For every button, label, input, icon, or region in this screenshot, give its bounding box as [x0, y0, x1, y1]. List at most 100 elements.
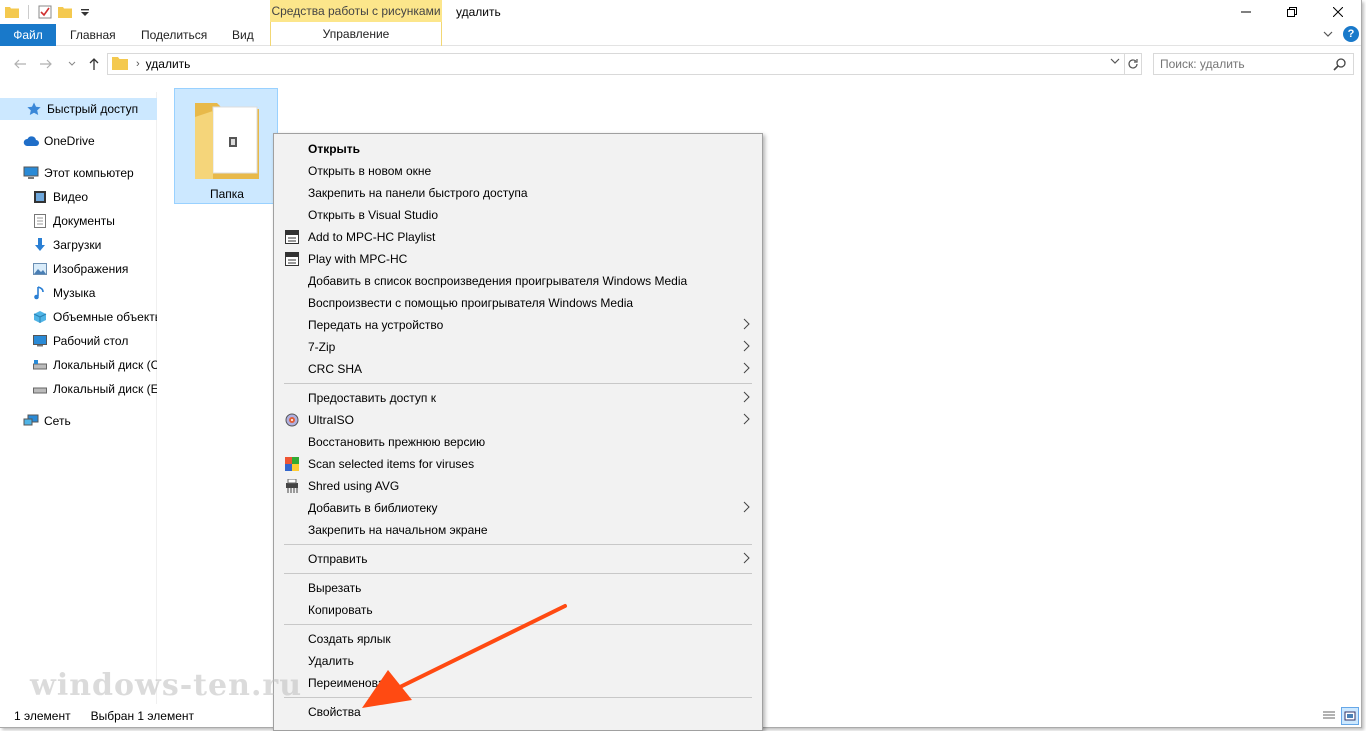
folder-item-label: Папка	[210, 187, 244, 201]
recent-locations-chevron-icon[interactable]	[62, 52, 82, 76]
computer-icon	[23, 165, 39, 181]
back-icon[interactable]	[10, 52, 30, 76]
sidebar-item-label: OneDrive	[44, 134, 95, 148]
sidebar-item-label: Локальный диск (E:)	[53, 382, 157, 396]
folder-icon	[4, 4, 20, 20]
sidebar-item-drive-e[interactable]: Локальный диск (E:)	[0, 378, 157, 400]
menu-item-cast-to-device[interactable]: Передать на устройство	[276, 314, 760, 336]
expand-ribbon-chevron-icon[interactable]	[1323, 27, 1333, 41]
tab-view[interactable]: Вид	[232, 24, 254, 46]
sidebar-item-downloads[interactable]: Загрузки	[0, 234, 157, 256]
search-box	[1153, 53, 1354, 75]
ultraiso-icon	[284, 412, 300, 428]
ribbon-right-controls: ?	[1323, 26, 1359, 42]
menu-item-restore-previous[interactable]: Восстановить прежнюю версию	[276, 431, 760, 453]
address-history-dropdown-icon[interactable]	[1110, 57, 1120, 68]
sidebar-item-music[interactable]: Музыка	[0, 282, 157, 304]
title-bar: Средства работы с рисунками удалить	[0, 0, 1361, 24]
menu-item-open-new-window[interactable]: Открыть в новом окне	[276, 160, 760, 182]
menu-item-scan-viruses[interactable]: Scan selected items for viruses	[276, 453, 760, 475]
menu-divider	[284, 624, 752, 625]
search-icon[interactable]	[1333, 57, 1347, 74]
breadcrumb[interactable]: удалить	[146, 57, 191, 71]
menu-item-add-mpc-playlist[interactable]: Add to MPC-HC Playlist	[276, 226, 760, 248]
cloud-icon	[23, 133, 39, 149]
sidebar-item-video[interactable]: Видео	[0, 186, 157, 208]
tab-home[interactable]: Главная	[70, 24, 116, 46]
menu-item-cut[interactable]: Вырезать	[276, 577, 760, 599]
up-icon[interactable]	[84, 52, 104, 76]
menu-item-open-visual-studio[interactable]: Открыть в Visual Studio	[276, 204, 760, 226]
navigation-pane: Быстрый доступ OneDrive Этот компьютер В…	[0, 92, 157, 704]
address-bar[interactable]: › удалить	[107, 53, 1125, 75]
menu-item-play-mpc[interactable]: Play with MPC-HC	[276, 248, 760, 270]
forward-icon[interactable]	[36, 52, 56, 76]
pictures-icon	[32, 261, 48, 277]
menu-divider	[284, 544, 752, 545]
sidebar-item-label: Документы	[53, 214, 115, 228]
menu-item-ultraiso[interactable]: UltraISO	[276, 409, 760, 431]
menu-item-play-wmp[interactable]: Воспроизвести с помощью проигрывателя Wi…	[276, 292, 760, 314]
close-icon[interactable]	[1315, 0, 1361, 24]
submenu-chevron-icon	[743, 362, 750, 377]
window-title: удалить	[456, 5, 501, 19]
sidebar-item-documents[interactable]: Документы	[0, 210, 157, 232]
properties-checkmark-icon[interactable]	[37, 4, 53, 20]
maximize-icon[interactable]	[1269, 0, 1315, 24]
sidebar-item-label: Загрузки	[53, 238, 102, 252]
menu-item-pin-start[interactable]: Закрепить на начальном экране	[276, 519, 760, 541]
menu-item-properties[interactable]: Свойства	[276, 701, 760, 723]
refresh-icon[interactable]	[1124, 53, 1142, 75]
sidebar-item-quick-access[interactable]: Быстрый доступ	[0, 98, 157, 120]
sidebar-item-network[interactable]: Сеть	[0, 410, 157, 432]
sidebar-item-drive-c[interactable]: Локальный диск (C:)	[0, 354, 157, 376]
sidebar-item-this-pc[interactable]: Этот компьютер	[0, 162, 157, 184]
folder-item[interactable]: Папка	[174, 88, 278, 204]
selection-count: Выбран 1 элемент	[90, 709, 194, 723]
menu-item-crc-sha[interactable]: CRC SHA	[276, 358, 760, 380]
menu-item-copy[interactable]: Копировать	[276, 599, 760, 621]
tab-share[interactable]: Поделиться	[141, 24, 207, 46]
search-input[interactable]	[1160, 55, 1330, 73]
sidebar-item-label: Объемные объекты	[53, 310, 157, 324]
menu-item-add-wmp-list[interactable]: Добавить в список воспроизведения проигр…	[276, 270, 760, 292]
tab-manage[interactable]: Управление	[270, 22, 442, 46]
menu-item-shred-avg[interactable]: Shred using AVG	[276, 475, 760, 497]
help-icon[interactable]: ?	[1343, 26, 1359, 42]
breadcrumb-chevron-icon[interactable]: ›	[136, 58, 140, 70]
sidebar-item-3d-objects[interactable]: Объемные объекты	[0, 306, 157, 328]
mpc-hc-icon	[284, 229, 300, 245]
sidebar-item-pictures[interactable]: Изображения	[0, 258, 157, 280]
minimize-icon[interactable]	[1223, 0, 1269, 24]
context-menu: Открыть Открыть в новом окне Закрепить н…	[273, 133, 763, 731]
menu-item-send-to[interactable]: Отправить	[276, 548, 760, 570]
submenu-chevron-icon	[743, 318, 750, 333]
mpc-hc-icon	[284, 251, 300, 267]
details-view-icon[interactable]	[1320, 707, 1338, 725]
qat-divider	[28, 5, 29, 19]
menu-item-7zip[interactable]: 7-Zip	[276, 336, 760, 358]
new-folder-icon[interactable]	[57, 4, 73, 20]
menu-divider	[284, 573, 752, 574]
menu-item-delete[interactable]: Удалить	[276, 650, 760, 672]
menu-item-rename[interactable]: Переименовать	[276, 672, 760, 694]
tab-file[interactable]: Файл	[0, 24, 56, 46]
sidebar-item-desktop[interactable]: Рабочий стол	[0, 330, 157, 352]
submenu-chevron-icon	[743, 340, 750, 355]
menu-item-give-access[interactable]: Предоставить доступ к	[276, 387, 760, 409]
large-icons-view-icon[interactable]	[1341, 707, 1359, 725]
menu-item-add-to-library[interactable]: Добавить в библиотеку	[276, 497, 760, 519]
customize-qat-dropdown-icon[interactable]	[77, 4, 93, 20]
avg-icon	[284, 456, 300, 472]
menu-item-open[interactable]: Открыть	[276, 138, 760, 160]
menu-item-pin-quick-access[interactable]: Закрепить на панели быстрого доступа	[276, 182, 760, 204]
sidebar-item-label: Быстрый доступ	[47, 102, 139, 116]
sidebar-item-label: Музыка	[53, 286, 96, 300]
network-icon	[23, 413, 39, 429]
sidebar-item-onedrive[interactable]: OneDrive	[0, 130, 157, 152]
folder-icon	[112, 56, 128, 73]
sidebar-item-label: Рабочий стол	[53, 334, 129, 348]
navigation-row: › удалить	[0, 52, 1361, 76]
window-controls	[1223, 0, 1361, 24]
menu-item-create-shortcut[interactable]: Создать ярлык	[276, 628, 760, 650]
